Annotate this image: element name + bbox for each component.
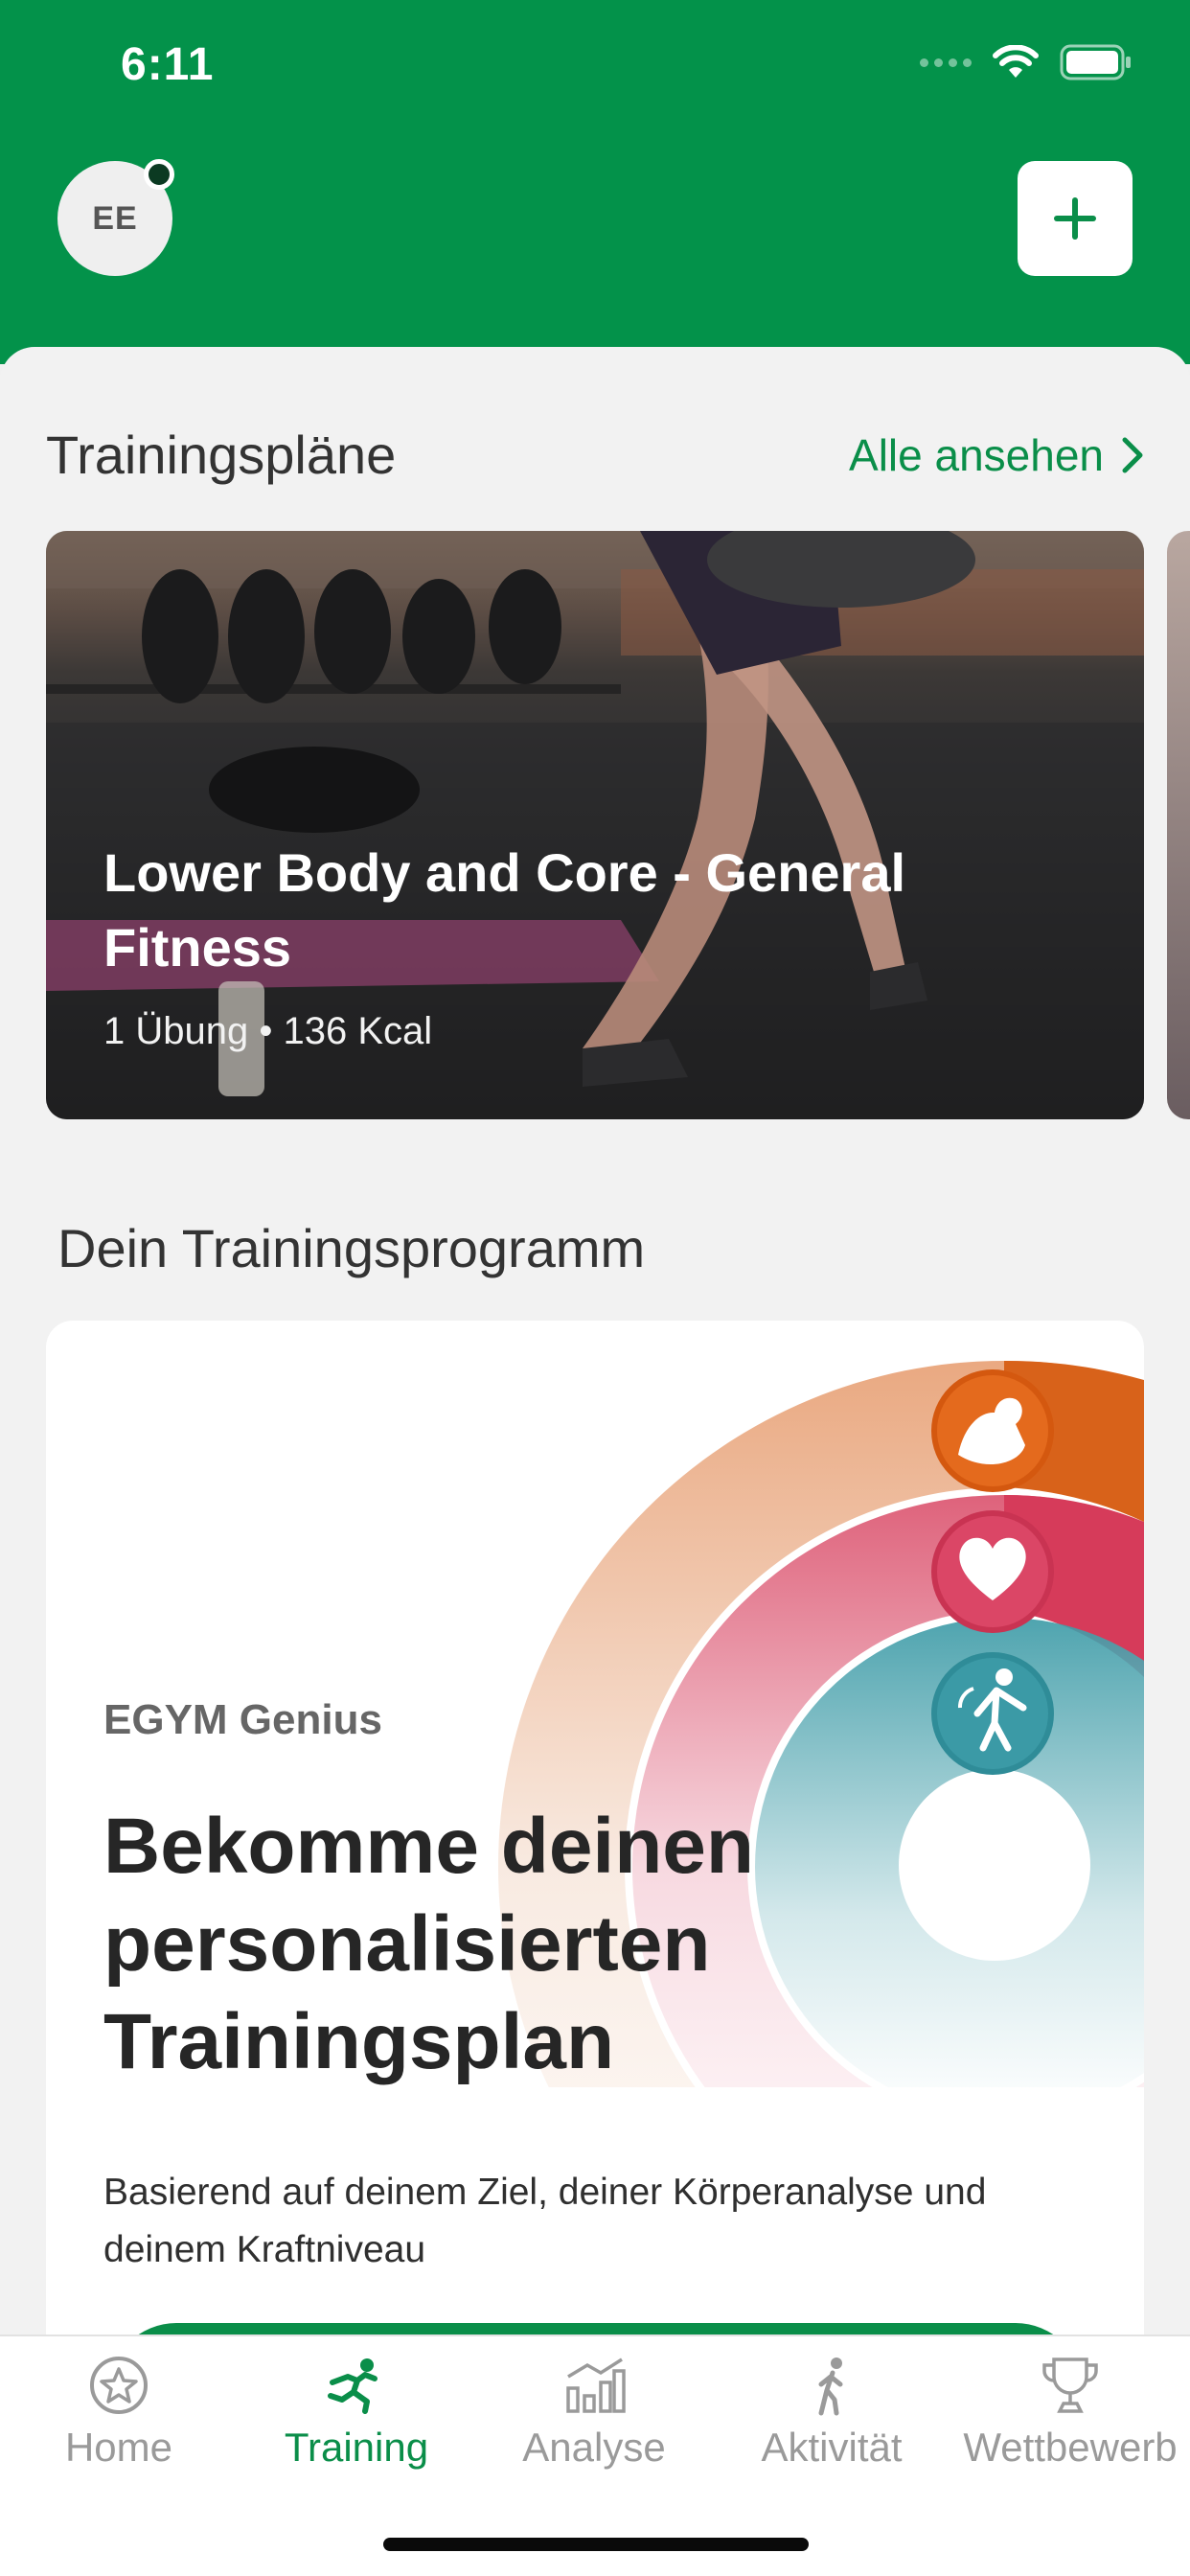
plan-meta: 1 Übung • 136 Kcal <box>103 1010 433 1052</box>
training-plans-header: Trainingspläne Alle ansehen <box>46 424 1144 486</box>
status-time: 6:11 <box>121 39 215 90</box>
chevron-right-icon <box>1122 437 1143 472</box>
star-circle-icon <box>90 2357 148 2414</box>
tab-label: Wettbewerb <box>963 2425 1178 2470</box>
tab-label: Aktivität <box>761 2425 903 2470</box>
battery-icon <box>1060 44 1131 80</box>
tab-training[interactable]: Training <box>238 2354 475 2471</box>
tab-label: Analyse <box>522 2425 666 2470</box>
avatar-initials: EE <box>92 199 138 237</box>
section-title: Trainingspläne <box>46 425 397 485</box>
running-icon <box>328 2358 378 2414</box>
tab-aktivitaet[interactable]: Aktivität <box>713 2354 950 2471</box>
app-header: 6:11 EE <box>0 0 1190 364</box>
tab-label: Training <box>284 2425 429 2470</box>
tab-home[interactable]: Home <box>0 2354 238 2471</box>
next-plan-card[interactable] <box>1167 531 1190 1119</box>
program-title: Dein Trainingsprogramm <box>57 1218 646 1278</box>
training-plan-card[interactable]: Lower Body and Core - General Fitness 1 … <box>46 531 1144 1119</box>
heart-icon <box>931 1510 1054 1633</box>
flexibility-icon <box>931 1652 1054 1775</box>
see-all-link[interactable]: Alle ansehen <box>849 429 1144 481</box>
plan-title: Lower Body and Core - General Fitness <box>103 842 906 978</box>
strength-icon <box>931 1369 1054 1492</box>
tab-analyse[interactable]: Analyse <box>475 2354 713 2471</box>
trophy-icon <box>1042 2358 1098 2413</box>
genius-card[interactable]: EGYM Genius Bekomme deinen personalisier… <box>46 1321 1144 2404</box>
status-icons <box>920 44 1133 80</box>
genius-description: Basierend auf deinem Ziel, deiner Körper… <box>103 2172 987 2270</box>
notification-dot <box>144 159 174 190</box>
plus-icon <box>1054 197 1096 240</box>
tab-label: Home <box>64 2425 173 2470</box>
chart-icon <box>566 2358 626 2413</box>
see-all-label: Alle ansehen <box>849 429 1104 480</box>
add-button[interactable] <box>1018 161 1133 276</box>
avatar[interactable]: EE <box>57 159 174 276</box>
signal-icon <box>920 58 972 67</box>
home-indicator <box>383 2538 809 2551</box>
wifi-icon <box>993 45 1039 78</box>
tab-wettbewerb[interactable]: Wettbewerb <box>950 2354 1190 2471</box>
walking-icon <box>818 2358 843 2416</box>
genius-label: EGYM Genius <box>103 1696 382 1743</box>
genius-headline: Bekomme deinen personalisierten Training… <box>103 1803 754 2085</box>
